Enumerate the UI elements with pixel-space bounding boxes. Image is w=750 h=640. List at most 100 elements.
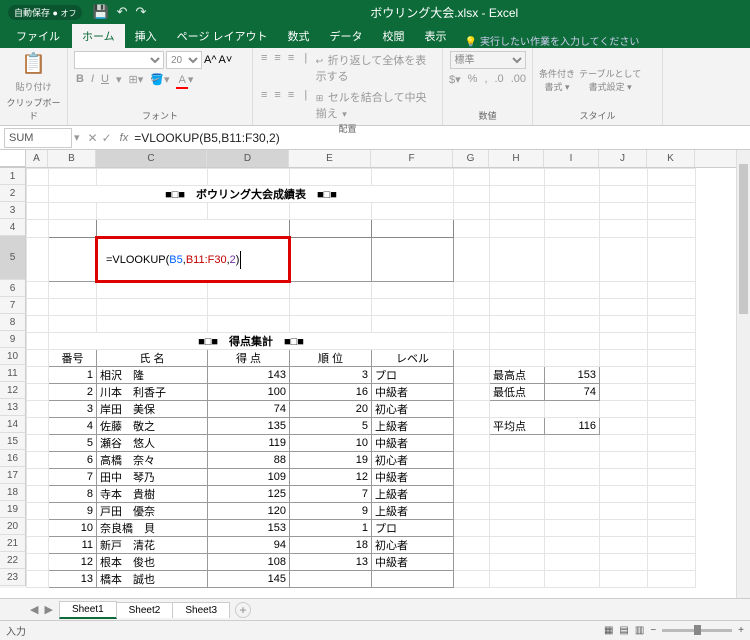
percent-icon[interactable]: %: [466, 72, 480, 87]
tab-file[interactable]: ファイル: [4, 24, 72, 48]
zoom-in-icon[interactable]: +: [738, 625, 744, 636]
active-cell-formula[interactable]: =VLOOKUP(B5,B11:F30,2): [97, 238, 290, 282]
cond-format-button[interactable]: 条件付き 書式 ▾: [539, 67, 575, 93]
save-icon[interactable]: 💾: [92, 4, 108, 20]
view-page-icon[interactable]: ▤: [619, 625, 628, 636]
sheet-tab-2[interactable]: Sheet2: [116, 602, 174, 618]
merge-center-button[interactable]: ⊞ セルを結合して中央揃え ▾: [314, 88, 436, 122]
tab-home[interactable]: ホーム: [72, 24, 125, 48]
paste-icon[interactable]: 📋: [21, 51, 46, 76]
sheet-nav-next[interactable]: ▶: [44, 603, 52, 616]
worksheet-grid[interactable]: A B C D E F G H I J K 1234 5 678910 1112…: [0, 150, 750, 598]
ribbon: 📋 貼り付け クリップボード 20 A^ A˅ B I U ▾ ⊞▾ 🪣▾ A▾…: [0, 48, 750, 126]
sheet-nav-prev[interactable]: ◀: [30, 603, 38, 616]
cell-B5[interactable]: [49, 238, 97, 282]
enter-icon[interactable]: ✓: [102, 131, 112, 145]
name-box[interactable]: [4, 128, 72, 148]
tab-insert[interactable]: 挿入: [125, 24, 167, 48]
quick-access-toolbar: 💾 ↶ ↷: [92, 4, 146, 20]
cell-F5[interactable]: [372, 238, 454, 282]
tab-view[interactable]: 表示: [415, 24, 457, 48]
cell-E5[interactable]: [290, 238, 372, 282]
col-header[interactable]: C: [96, 150, 207, 167]
view-break-icon[interactable]: ▥: [635, 625, 644, 636]
view-normal-icon[interactable]: ▦: [604, 625, 613, 636]
font-name-select[interactable]: [74, 51, 164, 69]
tab-data[interactable]: データ: [320, 24, 373, 48]
italic-button[interactable]: I: [89, 72, 96, 87]
table-row: 6高橋 奈々8819初心者: [27, 452, 696, 469]
table-row: 2川本 利香子10016中級者最低点74: [27, 384, 696, 401]
table-row: 7田中 琴乃10912中級者: [27, 469, 696, 486]
vertical-scrollbar[interactable]: [736, 150, 750, 598]
underline-button[interactable]: U: [99, 72, 111, 87]
formula-text[interactable]: =VLOOKUP(B5,B11:F30,2): [134, 131, 280, 145]
tab-formulas[interactable]: 数式: [278, 24, 320, 48]
align-center-icon[interactable]: ≡: [272, 88, 282, 122]
col-header[interactable]: K: [647, 150, 695, 167]
table-row: 9戸田 優奈1209上級者: [27, 503, 696, 520]
fill-color-button[interactable]: 🪣▾: [148, 72, 171, 87]
shrink-font-icon[interactable]: A˅: [219, 54, 233, 66]
redo-icon[interactable]: ↷: [136, 4, 147, 20]
table-format-button[interactable]: テーブルとして 書式設定 ▾: [579, 67, 641, 93]
font-style-row: B I U ▾ ⊞▾ 🪣▾ A▾: [74, 72, 195, 87]
ribbon-tabs: ファイル ホーム 挿入 ページ レイアウト 数式 データ 校閲 表示 実行したい…: [0, 24, 750, 48]
dec-dec-icon[interactable]: .00: [509, 72, 528, 87]
table-row: 10奈良橋 貝1531プロ: [27, 520, 696, 537]
table-row: 4佐藤 敬之1355上級者平均点116: [27, 418, 696, 435]
font-size-select[interactable]: 20: [166, 51, 202, 69]
undo-icon[interactable]: ↶: [117, 4, 128, 20]
col-header[interactable]: D: [207, 150, 289, 167]
table-row: 3岸田 美保7420初心者: [27, 401, 696, 418]
status-mode: 入力: [6, 623, 26, 638]
inc-dec-icon[interactable]: .0: [493, 72, 506, 87]
col-header[interactable]: B: [48, 150, 96, 167]
align-top-icon[interactable]: ≡: [259, 51, 269, 85]
sheet-tabs: ◀ ▶ Sheet1 Sheet2 Sheet3 +: [0, 598, 750, 620]
namebox-dropdown-icon[interactable]: ▾: [74, 131, 80, 144]
number-format-select[interactable]: 標準: [450, 51, 526, 69]
autosave-toggle[interactable]: 自動保存 ● オフ: [8, 5, 82, 20]
hdr-rank: 順 位: [290, 220, 372, 238]
col-header[interactable]: F: [371, 150, 453, 167]
align-mid-icon[interactable]: ≡: [272, 51, 282, 85]
hdr2-level: レベル: [372, 350, 454, 367]
col-header[interactable]: H: [489, 150, 544, 167]
col-header[interactable]: I: [544, 150, 599, 167]
select-all-corner[interactable]: [0, 150, 26, 167]
title-row: ■□■ ボウリング大会成績表 ■□■: [49, 186, 454, 203]
table-row: 1相沢 隆1433プロ最高点153: [27, 367, 696, 384]
align-right-icon[interactable]: ≡: [286, 88, 296, 122]
text-cursor: [240, 251, 241, 269]
col-header[interactable]: A: [26, 150, 48, 167]
group-clipboard: クリップボード: [6, 96, 61, 122]
tell-me[interactable]: 実行したい作業を入力してください: [465, 33, 640, 48]
col-header[interactable]: G: [453, 150, 489, 167]
col-header[interactable]: J: [599, 150, 647, 167]
add-sheet-button[interactable]: +: [235, 602, 251, 618]
row-headers: 1234 5 678910 1112131415 1617181920 2122…: [0, 168, 26, 588]
wrap-text-button[interactable]: ↩ 折り返して全体を表示する: [314, 51, 436, 85]
tab-review[interactable]: 校閲: [373, 24, 415, 48]
zoom-slider[interactable]: [662, 629, 732, 632]
bold-button[interactable]: B: [74, 72, 86, 87]
sheet-tab-1[interactable]: Sheet1: [59, 601, 117, 619]
align-left-icon[interactable]: ≡: [259, 88, 269, 122]
grow-font-icon[interactable]: A^: [204, 54, 217, 66]
border-button[interactable]: ⊞▾: [127, 72, 146, 87]
zoom-out-icon[interactable]: −: [650, 625, 656, 636]
hdr2-pt: 得 点: [208, 350, 290, 367]
cancel-icon[interactable]: ✕: [88, 131, 98, 145]
window-title: ボウリング大会.xlsx - Excel: [146, 4, 742, 21]
tab-pagelayout[interactable]: ページ レイアウト: [167, 24, 278, 48]
fx-icon[interactable]: fx: [120, 132, 129, 144]
currency-icon[interactable]: $▾: [447, 72, 463, 87]
paste-button[interactable]: 貼り付け: [15, 80, 51, 93]
col-header[interactable]: E: [289, 150, 371, 167]
align-bot-icon[interactable]: ≡: [286, 51, 296, 85]
sheet-tab-3[interactable]: Sheet3: [172, 602, 230, 618]
hdr-bangou: 番号: [49, 220, 97, 238]
font-color-button[interactable]: A▾: [174, 72, 195, 87]
comma-icon[interactable]: ,: [482, 72, 489, 87]
